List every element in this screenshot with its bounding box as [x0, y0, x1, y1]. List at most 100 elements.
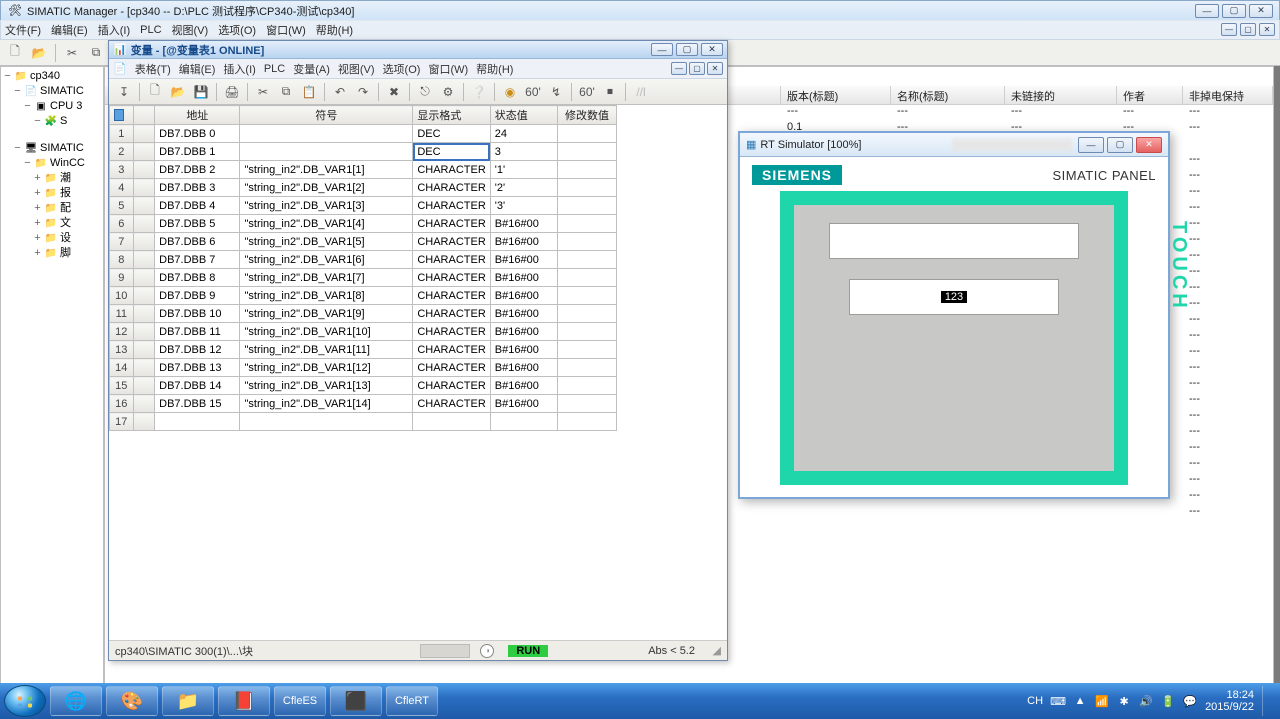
tree-item[interactable]: −🖥SIMATIC — [3, 141, 101, 156]
list-col-retain[interactable]: 非掉电保持 — [1183, 86, 1273, 104]
cut-icon[interactable]: ✂ — [61, 42, 83, 64]
vt-tb-modify[interactable]: ↯ — [545, 81, 567, 103]
menu-help[interactable]: 帮助(H) — [316, 22, 353, 38]
vt-tb-monitor2[interactable]: 60' — [576, 81, 598, 103]
vt-doc-icon[interactable]: 📄 — [113, 62, 127, 75]
close-button[interactable]: ✕ — [1249, 4, 1273, 18]
hmi-field-1[interactable] — [829, 223, 1079, 259]
menu-insert[interactable]: 插入(I) — [98, 22, 130, 38]
vt-menu-view[interactable]: 视图(V) — [338, 61, 375, 77]
vt-tb-online[interactable]: ⚙ — [437, 81, 459, 103]
vt-tb-monitor[interactable]: ◉ — [499, 81, 521, 103]
menu-view[interactable]: 视图(V) — [172, 22, 209, 38]
taskbar-button[interactable]: 📕 — [218, 686, 270, 716]
rt-close[interactable]: ✕ — [1136, 137, 1162, 153]
vt-header[interactable] — [133, 106, 155, 125]
vt-tb-print[interactable]: 🖨 — [221, 81, 243, 103]
vt-tb-new[interactable]: 🗋 — [144, 81, 166, 103]
vt-menu-edit[interactable]: 编辑(E) — [179, 61, 216, 77]
tray-keyboard-icon[interactable]: ⌨ — [1051, 694, 1065, 708]
mdi-close[interactable]: ✕ — [1259, 23, 1275, 36]
rt-minimize[interactable]: — — [1078, 137, 1104, 153]
vt-row[interactable]: 14DB7.DBB 13"string_in2".DB_VAR1[12]CHAR… — [110, 359, 617, 377]
vt-tb-paste[interactable]: 📋 — [298, 81, 320, 103]
start-button[interactable] — [4, 685, 46, 717]
vt-menu-variable[interactable]: 变量(A) — [293, 61, 330, 77]
rt-titlebar[interactable]: ▦ RT Simulator [100%] — ▢ ✕ — [740, 133, 1168, 157]
vt-row[interactable]: 16DB7.DBB 15"string_in2".DB_VAR1[14]CHAR… — [110, 395, 617, 413]
rt-simulator-window[interactable]: ▦ RT Simulator [100%] — ▢ ✕ SIEMENS SIMA… — [738, 131, 1170, 499]
list-col-name[interactable]: 名称(标题) — [891, 86, 1005, 104]
tray-flag-icon[interactable]: ▲ — [1073, 694, 1087, 708]
taskbar-button[interactable]: ⬛ — [330, 686, 382, 716]
vt-row[interactable]: 8DB7.DBB 7"string_in2".DB_VAR1[6]CHARACT… — [110, 251, 617, 269]
menu-file[interactable]: 文件(F) — [5, 22, 41, 38]
vt-menu-options[interactable]: 选项(O) — [383, 61, 421, 77]
vt-titlebar[interactable]: 📊 变量 - [@变量表1 ONLINE] — ▢ ✕ — [109, 41, 727, 59]
tray-bt-icon[interactable]: ✱ — [1117, 694, 1131, 708]
vt-tb-insert-row[interactable]: ↧ — [113, 81, 135, 103]
copy-icon[interactable]: ⧉ — [85, 42, 107, 64]
taskbar-button[interactable]: 📁 — [162, 686, 214, 716]
menu-edit[interactable]: 编辑(E) — [51, 22, 88, 38]
vt-row[interactable]: 2DB7.DBB 1DEC3 — [110, 143, 617, 161]
vt-header[interactable]: 显示格式 — [413, 106, 490, 125]
vt-header[interactable]: 符号 — [240, 106, 413, 125]
vt-row[interactable]: 17 — [110, 413, 617, 431]
tree-item[interactable]: +📁报 — [3, 186, 101, 201]
taskbar-button[interactable]: 🌐 — [50, 686, 102, 716]
project-tree[interactable]: −📁cp340−📄SIMATIC−▣CPU 3−🧩S −🖥SIMATIC−📁Wi… — [0, 66, 104, 701]
rt-restore[interactable]: ▢ — [1107, 137, 1133, 153]
vt-row[interactable]: 6DB7.DBB 5"string_in2".DB_VAR1[4]CHARACT… — [110, 215, 617, 233]
restore-button[interactable]: ▢ — [1222, 4, 1246, 18]
vt-tb-stop[interactable]: ⏹ — [599, 81, 621, 103]
vt-tb-helpwhat[interactable]: ❔ — [468, 81, 490, 103]
taskbar[interactable]: 🌐🎨📁📕CfleES⬛CfleRT CH ⌨ ▲ 📶 ✱ 🔊 🔋 💬 18:24… — [0, 683, 1280, 719]
vt-tb-goto[interactable]: ⎋ — [414, 81, 436, 103]
menu-plc[interactable]: PLC — [140, 24, 161, 36]
vt-menu-plc[interactable]: PLC — [264, 63, 285, 75]
tree-item[interactable]: −🧩S — [3, 114, 101, 129]
system-tray[interactable]: CH ⌨ ▲ 📶 ✱ 🔊 🔋 💬 18:24 2015/9/22 — [1027, 686, 1276, 716]
tree-item[interactable]: −📄SIMATIC — [3, 84, 101, 99]
tray-battery-icon[interactable]: 🔋 — [1161, 694, 1175, 708]
vt-tb-redo[interactable]: ↷ — [352, 81, 374, 103]
vt-header[interactable] — [110, 106, 134, 125]
vt-row[interactable]: 12DB7.DBB 11"string_in2".DB_VAR1[10]CHAR… — [110, 323, 617, 341]
vt-header[interactable]: 状态值 — [490, 106, 557, 125]
vt-tb-save[interactable]: 💾 — [190, 81, 212, 103]
menu-window[interactable]: 窗口(W) — [266, 22, 306, 38]
vt-resize-grip[interactable]: ◢ — [705, 644, 721, 657]
vt-tb-undo[interactable]: ↶ — [329, 81, 351, 103]
list-col-version[interactable]: 版本(标题) — [781, 86, 891, 104]
vt-grid[interactable]: 地址符号显示格式状态值修改数值1DB7.DBB 0DEC242DB7.DBB 1… — [109, 105, 727, 640]
vt-header[interactable]: 修改数值 — [558, 106, 617, 125]
vt-mdi-min[interactable]: — — [671, 62, 687, 75]
tree-item[interactable]: +📁设 — [3, 231, 101, 246]
vt-tb-delete[interactable]: ✖ — [383, 81, 405, 103]
vt-tb-cut[interactable]: ✂ — [252, 81, 274, 103]
tree-item[interactable]: −📁cp340 — [3, 69, 101, 84]
vt-minimize[interactable]: — — [651, 43, 673, 56]
mdi-minimize[interactable]: — — [1221, 23, 1237, 36]
hmi-field-2[interactable]: 123 — [849, 279, 1059, 315]
vt-tb-cfg[interactable]: //l — [630, 81, 652, 103]
open-icon[interactable]: 📂 — [28, 42, 50, 64]
vt-close[interactable]: ✕ — [701, 43, 723, 56]
vt-menu-window[interactable]: 窗口(W) — [428, 61, 468, 77]
new-icon[interactable]: 🗋 — [4, 42, 26, 64]
vt-row[interactable]: 4DB7.DBB 3"string_in2".DB_VAR1[2]CHARACT… — [110, 179, 617, 197]
vt-row[interactable]: 10DB7.DBB 9"string_in2".DB_VAR1[8]CHARAC… — [110, 287, 617, 305]
hmi-panel[interactable]: 123 — [780, 191, 1128, 485]
vt-row[interactable]: 13DB7.DBB 12"string_in2".DB_VAR1[11]CHAR… — [110, 341, 617, 359]
vt-menu-help[interactable]: 帮助(H) — [476, 61, 513, 77]
vt-mdi-close[interactable]: ✕ — [707, 62, 723, 75]
taskbar-button[interactable]: CfleRT — [386, 686, 438, 716]
vt-mdi-max[interactable]: ▢ — [689, 62, 705, 75]
vt-header[interactable]: 地址 — [155, 106, 240, 125]
vt-restore[interactable]: ▢ — [676, 43, 698, 56]
tree-item[interactable]: +📁潮 — [3, 171, 101, 186]
tree-item[interactable] — [3, 129, 101, 141]
show-desktop[interactable] — [1262, 686, 1270, 716]
ime-indicator[interactable]: CH — [1027, 695, 1043, 707]
